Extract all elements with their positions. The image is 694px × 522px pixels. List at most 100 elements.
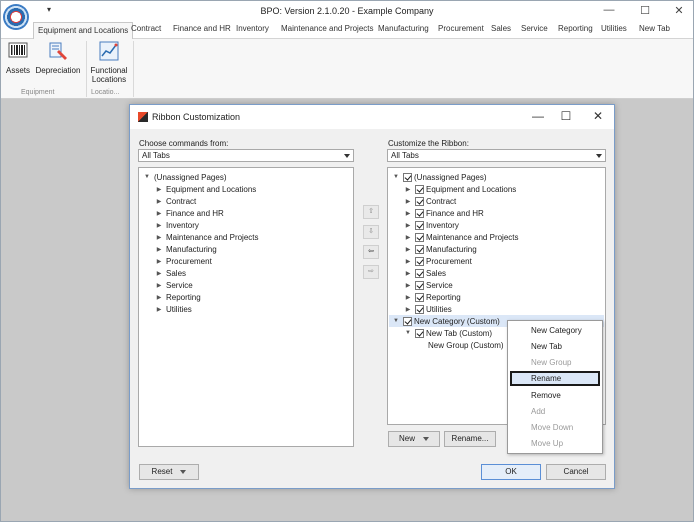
menu-item-new-category[interactable]: New Category <box>510 323 600 338</box>
tab-procurement[interactable]: Procurement <box>438 24 484 33</box>
expand-icon[interactable]: ▶ <box>155 282 163 289</box>
add-to-ribbon-button[interactable]: ⇨ <box>363 265 379 279</box>
expand-icon[interactable]: ▶ <box>404 306 412 313</box>
checkbox-icon[interactable] <box>415 196 424 206</box>
checkbox-icon[interactable] <box>403 316 412 326</box>
collapse-icon[interactable]: ▼ <box>404 330 412 336</box>
checkbox-icon[interactable] <box>415 208 424 218</box>
reset-dropdown-button[interactable]: Reset <box>139 464 199 480</box>
app-logo-icon[interactable] <box>3 4 29 30</box>
tree-item[interactable]: ▶ Inventory <box>404 219 459 231</box>
expand-icon[interactable]: ▶ <box>404 210 412 217</box>
checkbox-icon[interactable] <box>415 256 424 266</box>
list-item[interactable]: ▶ Equipment and Locations <box>155 183 257 195</box>
list-item[interactable]: ▶ Contract <box>155 195 197 207</box>
expand-icon[interactable]: ▶ <box>155 222 163 229</box>
customize-ribbon-combo[interactable]: All Tabs <box>387 149 606 162</box>
maximize-button[interactable]: ☐ <box>637 4 653 17</box>
expand-icon[interactable]: ▶ <box>155 234 163 241</box>
list-item[interactable]: ▶ Maintenance and Projects <box>155 231 259 243</box>
tree-item[interactable]: ▼ (Unassigned Pages) <box>392 171 486 183</box>
tab-reporting[interactable]: Reporting <box>558 24 593 33</box>
remove-from-ribbon-button[interactable]: ⇦ <box>363 245 379 259</box>
expand-icon[interactable]: ▶ <box>155 270 163 277</box>
expand-icon[interactable]: ▶ <box>155 306 163 313</box>
checkbox-icon[interactable] <box>415 328 424 338</box>
menu-item-remove[interactable]: Remove <box>510 388 600 403</box>
collapse-icon[interactable]: ▼ <box>143 174 151 180</box>
tree-item[interactable]: ▶ Manufacturing <box>404 243 477 255</box>
checkbox-icon[interactable] <box>415 280 424 290</box>
checkbox-icon[interactable] <box>415 292 424 302</box>
expand-icon[interactable]: ▶ <box>404 282 412 289</box>
new-dropdown-button[interactable]: New <box>388 431 440 447</box>
expand-icon[interactable]: ▶ <box>404 258 412 265</box>
expand-icon[interactable]: ▶ <box>404 246 412 253</box>
tab-finance-and-hr[interactable]: Finance and HR <box>173 24 231 33</box>
list-item[interactable]: ▶ Inventory <box>155 219 199 231</box>
move-up-button[interactable]: ⇧ <box>363 205 379 219</box>
expand-icon[interactable]: ▶ <box>404 270 412 277</box>
checkbox-icon[interactable] <box>415 304 424 314</box>
expand-icon[interactable]: ▶ <box>155 198 163 205</box>
list-item[interactable]: ▶ Reporting <box>155 291 201 303</box>
list-item[interactable]: ▶ Manufacturing <box>155 243 217 255</box>
tree-item[interactable]: New Group (Custom) <box>428 339 504 351</box>
minimize-button[interactable]: — <box>601 4 617 16</box>
tab-utilities[interactable]: Utilities <box>601 24 627 33</box>
tab-sales[interactable]: Sales <box>491 24 511 33</box>
tree-item[interactable]: ▶ Contract <box>404 195 456 207</box>
tree-item[interactable]: ▶ Sales <box>404 267 446 279</box>
checkbox-icon[interactable] <box>415 184 424 194</box>
tree-item[interactable]: ▶ Utilities <box>404 303 452 315</box>
move-down-button[interactable]: ⇩ <box>363 225 379 239</box>
tree-item[interactable]: ▶ Equipment and Locations <box>404 183 516 195</box>
cancel-button[interactable]: Cancel <box>546 464 606 480</box>
close-button[interactable]: ✕ <box>671 4 687 17</box>
tab-maintenance-and-projects[interactable]: Maintenance and Projects <box>281 24 374 33</box>
list-item[interactable]: ▶ Sales <box>155 267 186 279</box>
expand-icon[interactable]: ▶ <box>155 294 163 301</box>
expand-icon[interactable]: ▶ <box>404 234 412 241</box>
functional-locations-button[interactable]: Functional Locations <box>89 41 129 84</box>
tree-item[interactable]: ▶ Reporting <box>404 291 461 303</box>
tree-item[interactable]: ▶ Maintenance and Projects <box>404 231 519 243</box>
dialog-maximize-button[interactable]: ☐ <box>558 109 574 123</box>
checkbox-icon[interactable] <box>415 232 424 242</box>
expand-icon[interactable]: ▶ <box>404 222 412 229</box>
expand-icon[interactable]: ▶ <box>404 198 412 205</box>
collapse-icon[interactable]: ▼ <box>392 318 400 324</box>
dialog-minimize-button[interactable]: — <box>530 109 546 123</box>
commands-list[interactable]: ▼ (Unassigned Pages) ▶ Equipment and Locat… <box>138 167 354 447</box>
checkbox-icon[interactable] <box>415 220 424 230</box>
expand-icon[interactable]: ▶ <box>404 294 412 301</box>
checkbox-icon[interactable] <box>403 172 412 182</box>
tree-item[interactable]: ▼ New Tab (Custom) <box>404 327 492 339</box>
choose-commands-combo[interactable]: All Tabs <box>138 149 354 162</box>
list-item[interactable]: ▶ Finance and HR <box>155 207 224 219</box>
tab-service[interactable]: Service <box>521 24 548 33</box>
tab-inventory[interactable]: Inventory <box>236 24 269 33</box>
list-item[interactable]: ▶ Service <box>155 279 193 291</box>
menu-item-new-tab[interactable]: New Tab <box>510 339 600 354</box>
tab-manufacturing[interactable]: Manufacturing <box>378 24 429 33</box>
checkbox-icon[interactable] <box>415 268 424 278</box>
tab-contract[interactable]: Contract <box>131 24 161 33</box>
tree-item[interactable]: ▶ Procurement <box>404 255 472 267</box>
expand-icon[interactable]: ▶ <box>404 186 412 193</box>
tree-item[interactable]: ▶ Service <box>404 279 453 291</box>
expand-icon[interactable]: ▶ <box>155 246 163 253</box>
collapse-icon[interactable]: ▼ <box>392 174 400 180</box>
menu-item-rename[interactable]: Rename <box>510 371 600 386</box>
expand-icon[interactable]: ▶ <box>155 258 163 265</box>
assets-button[interactable]: Assets <box>5 41 31 75</box>
list-item[interactable]: ▼ (Unassigned Pages) <box>143 171 226 183</box>
tab-new-tab[interactable]: New Tab <box>639 24 670 33</box>
depreciation-button[interactable]: Depreciation <box>35 41 81 75</box>
tree-item[interactable]: ▶ Finance and HR <box>404 207 484 219</box>
dialog-close-button[interactable]: ✕ <box>590 109 606 123</box>
expand-icon[interactable]: ▶ <box>155 210 163 217</box>
checkbox-icon[interactable] <box>415 244 424 254</box>
list-item[interactable]: ▶ Procurement <box>155 255 212 267</box>
tab-equipment-and-locations[interactable]: Equipment and Locations <box>33 22 134 40</box>
